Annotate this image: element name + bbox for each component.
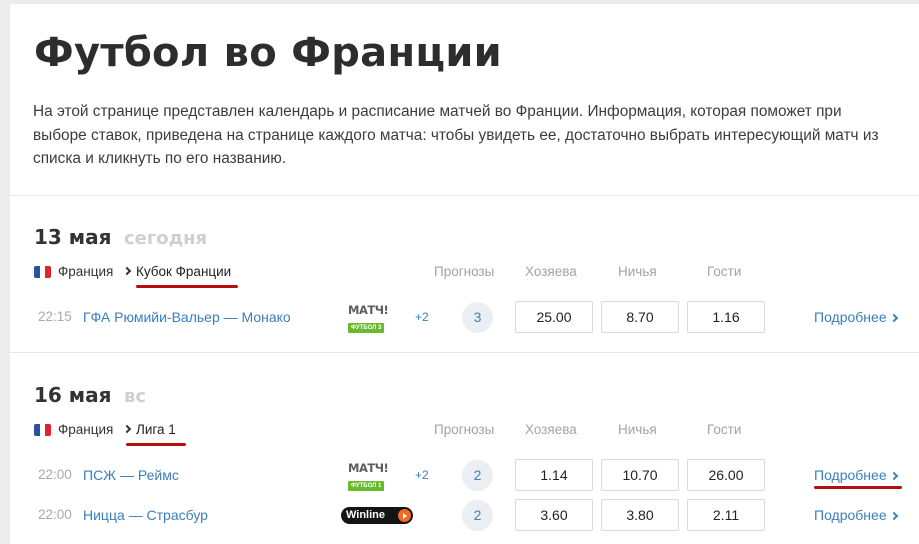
- league-header: Франция Лига 1 Прогнозы Хозяева Ничья Го…: [34, 420, 894, 440]
- tournament-link[interactable]: Кубок Франции: [136, 264, 231, 279]
- odd-draw-button[interactable]: 10.70: [601, 459, 679, 491]
- match-teams-link[interactable]: Ницца — Страсбур: [83, 507, 208, 523]
- col-home: Хозяева: [525, 422, 577, 437]
- odd-home-button[interactable]: 25.00: [515, 301, 593, 333]
- chevron-right-icon: [889, 471, 898, 481]
- winline-logo-icon[interactable]: Winline: [341, 507, 413, 524]
- france-flag-icon: [34, 266, 51, 278]
- match-time: 22:15: [38, 309, 72, 324]
- weekday-label: сегодня: [123, 228, 208, 249]
- match-tv-logo-icon[interactable]: МАТЧ! ФУТБОЛ 3: [348, 304, 389, 333]
- intro-text: На этой странице представлен календарь и…: [33, 103, 879, 167]
- league-header: Франция Кубок Франции Прогнозы Хозяева Н…: [34, 262, 894, 282]
- divider: [10, 195, 919, 196]
- date-label: 13 мая: [34, 225, 112, 249]
- col-draw: Ничья: [618, 422, 657, 437]
- tournament-link[interactable]: Лига 1: [136, 422, 176, 437]
- forecasts-count[interactable]: 2: [462, 460, 493, 491]
- odd-home-button[interactable]: 3.60: [515, 499, 593, 531]
- match-row[interactable]: 22:00 ПСЖ — Реймс МАТЧ! ФУТБОЛ 1 +2 2 1.…: [34, 459, 902, 491]
- extra-channels-link[interactable]: +2: [415, 468, 429, 482]
- country-link[interactable]: Франция: [58, 422, 113, 437]
- divider: [10, 352, 919, 353]
- match-teams-link[interactable]: ГФА Рюмийи-Вальер — Монако: [83, 309, 291, 325]
- match-row[interactable]: 22:15 ГФА Рюмийи-Вальер — Монако МАТЧ! Ф…: [34, 301, 898, 333]
- odd-draw-button[interactable]: 8.70: [601, 301, 679, 333]
- col-away: Гости: [707, 422, 742, 437]
- match-time: 22:00: [38, 467, 72, 482]
- annotation-underline: [814, 486, 902, 489]
- annotation-underline: [126, 443, 186, 446]
- odd-away-button[interactable]: 2.11: [687, 499, 765, 531]
- more-link[interactable]: Подробнее: [814, 507, 898, 523]
- col-home: Хозяева: [525, 264, 577, 279]
- country-link[interactable]: Франция: [58, 264, 113, 279]
- match-tv-logo-icon[interactable]: МАТЧ! ФУТБОЛ 1: [348, 462, 389, 491]
- france-flag-icon: [34, 424, 51, 436]
- forecasts-count[interactable]: 2: [462, 500, 493, 531]
- chevron-right-icon: [122, 424, 132, 434]
- date-label: 16 мая: [34, 383, 112, 407]
- more-link[interactable]: Подробнее: [814, 309, 898, 325]
- col-forecasts: Прогнозы: [434, 264, 495, 279]
- col-away: Гости: [707, 264, 742, 279]
- odd-home-button[interactable]: 1.14: [515, 459, 593, 491]
- match-teams-link[interactable]: ПСЖ — Реймс: [83, 467, 179, 483]
- col-forecasts: Прогнозы: [434, 422, 495, 437]
- col-draw: Ничья: [618, 264, 657, 279]
- odd-away-button[interactable]: 1.16: [687, 301, 765, 333]
- page-title: Футбол во Франции: [34, 30, 503, 76]
- date-heading: 13 мая сегодня: [34, 225, 207, 249]
- chevron-right-icon: [889, 313, 898, 323]
- content-card: Футбол во Франции На этой странице предс…: [10, 4, 919, 544]
- chevron-right-icon: [122, 266, 132, 276]
- match-row[interactable]: 22:00 Ницца — Страсбур Winline 2 3.60 3.…: [34, 499, 898, 531]
- chevron-right-icon: [889, 511, 898, 521]
- odd-away-button[interactable]: 26.00: [687, 459, 765, 491]
- annotation-underline: [136, 285, 238, 288]
- match-time: 22:00: [38, 507, 72, 522]
- play-icon: [398, 509, 411, 522]
- extra-channels-link[interactable]: +2: [415, 310, 429, 324]
- more-link[interactable]: Подробнее: [814, 467, 898, 483]
- weekday-label: вс: [123, 386, 146, 407]
- date-heading: 16 мая вс: [34, 383, 146, 407]
- forecasts-count[interactable]: 3: [462, 302, 493, 333]
- odd-draw-button[interactable]: 3.80: [601, 499, 679, 531]
